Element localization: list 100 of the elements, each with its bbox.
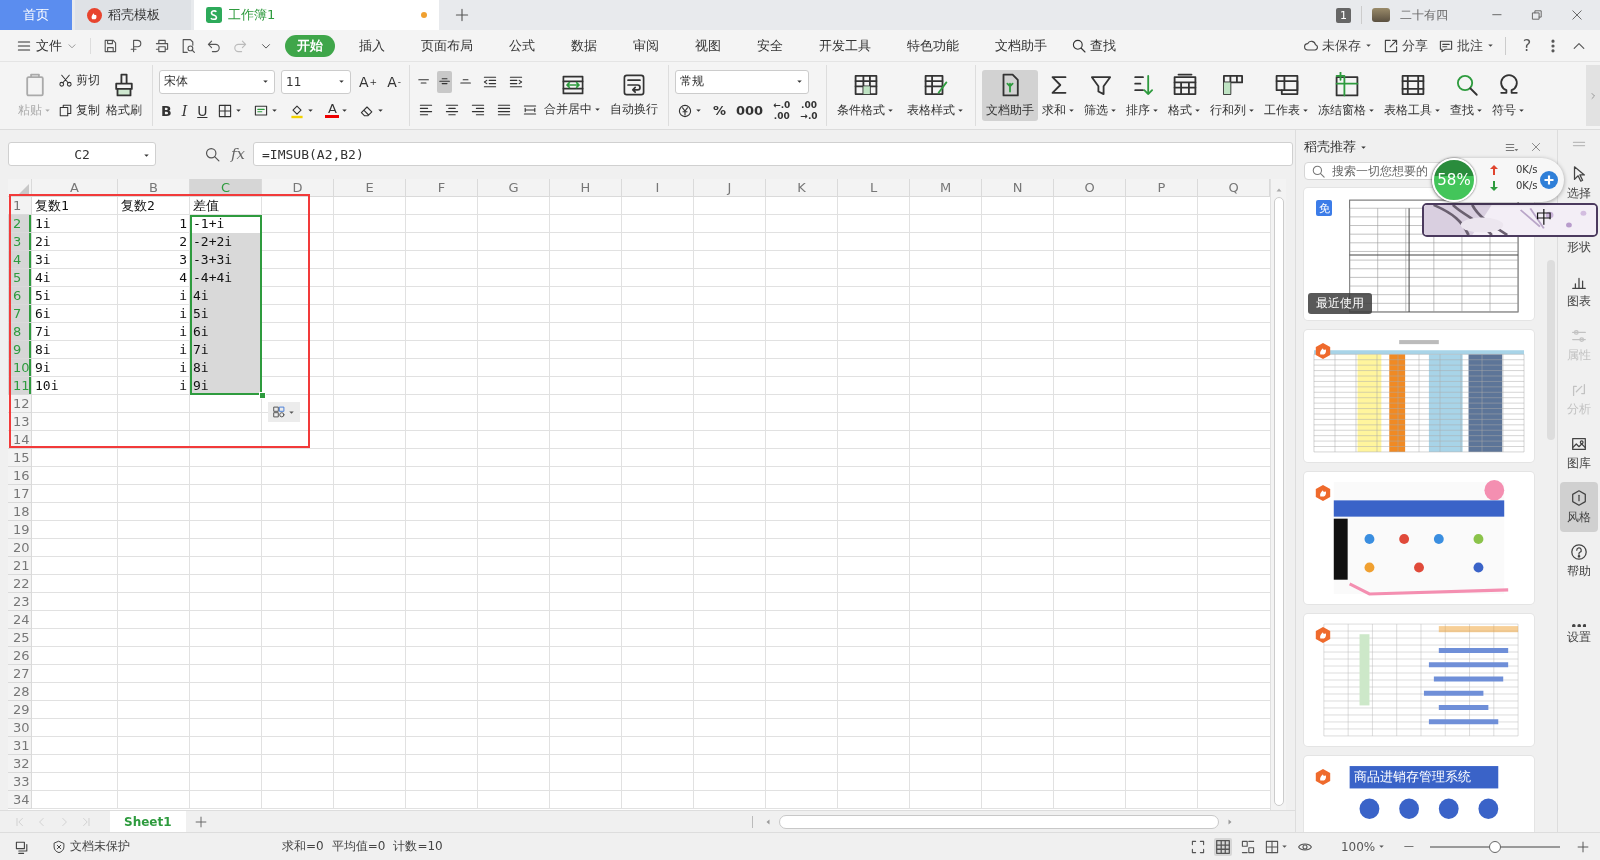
comment-button[interactable]: 批注 [1438, 36, 1495, 55]
cell[interactable]: i [118, 323, 190, 341]
row-header[interactable]: 31 [8, 737, 32, 755]
more-tool[interactable]: 设置 [1560, 610, 1598, 660]
cell[interactable]: 7i [32, 323, 118, 341]
wrap-text-button[interactable]: 自动换行 [605, 71, 662, 120]
input-method-indicator[interactable]: 中 [1536, 206, 1553, 229]
cell[interactable]: -1+i [190, 215, 262, 233]
menu-tab[interactable]: 开发工具 [807, 34, 883, 57]
column-header[interactable]: M [910, 179, 982, 197]
cell[interactable]: 2i [32, 233, 118, 251]
row-header[interactable]: 30 [8, 719, 32, 737]
italic-button[interactable]: I [179, 99, 190, 122]
name-box[interactable]: C2 [8, 142, 156, 166]
menu-tab[interactable]: 数据 [559, 34, 609, 57]
sum-button[interactable]: 求和 [1037, 70, 1080, 121]
conditional-format-button[interactable]: 条件格式 [832, 70, 899, 121]
increase-decimal-button[interactable]: ←.0 .00 [771, 99, 793, 122]
cell[interactable]: i [118, 359, 190, 377]
copy-button[interactable]: 复制 [56, 98, 102, 123]
search-button[interactable]: 查找 [1071, 36, 1116, 55]
tab[interactable]: 稻壳模板 [75, 0, 191, 30]
number-format-field[interactable]: 常规 [674, 69, 809, 94]
row-header[interactable]: 13 [8, 413, 32, 431]
row-header[interactable]: 29 [8, 701, 32, 719]
symbol-button[interactable]: 符号 [1487, 70, 1530, 121]
cell[interactable]: -4+4i [190, 269, 262, 287]
row-header[interactable]: 34 [8, 791, 32, 809]
rows-columns-button[interactable]: 行和列 [1205, 70, 1260, 121]
cell[interactable]: 9i [32, 359, 118, 377]
cell[interactable]: 2 [118, 233, 190, 251]
save-status-button[interactable]: 未保存 [1303, 36, 1373, 55]
share-button[interactable]: 分享 [1383, 36, 1428, 55]
cell[interactable]: 7i [190, 341, 262, 359]
cell[interactable]: i [118, 305, 190, 323]
format-painter-button[interactable]: 格式刷 [102, 70, 146, 121]
column-header[interactable]: H [550, 179, 622, 197]
column-header[interactable]: O [1054, 179, 1126, 197]
cell[interactable]: 6i [32, 305, 118, 323]
font-size-field[interactable]: 11 [281, 69, 351, 94]
cell[interactable]: 复数1 [32, 197, 118, 215]
row-header[interactable]: 15 [8, 449, 32, 467]
shapes-tool[interactable]: 形状 [1560, 212, 1598, 262]
column-header[interactable]: F [406, 179, 478, 197]
row-header[interactable]: 28 [8, 683, 32, 701]
hexagon-tool[interactable]: 风格 [1560, 482, 1598, 532]
bar-chart-tool[interactable]: 图表 [1560, 266, 1598, 316]
row-header[interactable]: 1 [8, 197, 32, 215]
font-name-field[interactable]: 宋体 [159, 69, 275, 94]
freeze-panes-button[interactable]: 冻结窗格 [1313, 70, 1380, 121]
row-header[interactable]: 12 [8, 395, 32, 413]
bold-button[interactable]: B [159, 99, 174, 122]
worksheet-button[interactable]: 工作表 [1259, 70, 1314, 121]
decrease-decimal-button[interactable]: .00 →.0 [798, 99, 820, 122]
document-assistant-button[interactable]: 文档助手 [981, 70, 1038, 121]
cell[interactable]: 10i [32, 377, 118, 395]
font-color-button[interactable]: A [323, 99, 352, 122]
column-header[interactable]: L [838, 179, 910, 197]
row-header[interactable]: 16 [8, 467, 32, 485]
insert-function-button[interactable]: fx [231, 145, 245, 163]
column-header[interactable]: I [622, 179, 694, 197]
help-button[interactable]: ? [1514, 36, 1540, 55]
cell[interactable]: 1 [118, 215, 190, 233]
zoom-level-button[interactable]: 100% [1340, 839, 1387, 854]
cell[interactable]: 8i [32, 341, 118, 359]
cell[interactable]: 4 [118, 269, 190, 287]
row-header[interactable]: 27 [8, 665, 32, 683]
cell[interactable]: 5i [190, 305, 262, 323]
document-protection-button[interactable]: 文档未保护 [52, 838, 130, 855]
menu-tab[interactable]: 公式 [497, 34, 547, 57]
cell[interactable]: 4i [32, 269, 118, 287]
sort-button[interactable]: 排序 [1121, 70, 1164, 121]
row-header[interactable]: 18 [8, 503, 32, 521]
shrink-font-button[interactable]: A$^{-}$ [385, 70, 403, 93]
underline-button[interactable]: U [195, 99, 210, 122]
merge-center-button[interactable]: 合并居中 [539, 71, 606, 120]
user-name[interactable]: 二十有四 [1400, 6, 1448, 24]
image-tool[interactable]: 图库 [1560, 428, 1598, 478]
formula-field[interactable]: =IMSUB(A2,B2) [253, 142, 1293, 166]
cell[interactable]: 3i [32, 251, 118, 269]
row-header[interactable]: 17 [8, 485, 32, 503]
filter-button[interactable]: 筛选 [1079, 70, 1122, 121]
menu-tab[interactable]: 审阅 [621, 34, 671, 57]
column-header[interactable]: Q [1198, 179, 1270, 197]
file-menu[interactable]: 文件 [12, 33, 82, 58]
cell[interactable]: -2+2i [190, 233, 262, 251]
menu-tab[interactable]: 插入 [347, 34, 397, 57]
cut-button[interactable]: 剪切 [56, 68, 102, 93]
table-style-button[interactable]: 表格样式 [902, 70, 969, 121]
cell[interactable]: 3 [118, 251, 190, 269]
row-header[interactable]: 20 [8, 539, 32, 557]
find-button[interactable]: 查找 [1445, 70, 1488, 121]
network-speed-toast[interactable]: 58% 0K/s 0K/s [1432, 158, 1564, 202]
column-header[interactable]: K [766, 179, 838, 197]
menu-tab[interactable]: 安全 [745, 34, 795, 57]
menu-tab[interactable]: 特色功能 [895, 34, 971, 57]
cell[interactable]: 8i [190, 359, 262, 377]
grow-font-button[interactable]: A$^{+}$ [357, 70, 380, 93]
cell[interactable]: i [118, 287, 190, 305]
menu-tab[interactable]: 文档助手 [983, 34, 1059, 57]
